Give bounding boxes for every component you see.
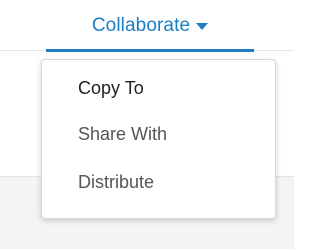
menu-item-share-with[interactable]: Share With	[78, 124, 167, 145]
menu-item-copy-to[interactable]: Copy To	[78, 78, 144, 99]
collaborate-tab[interactable]: Collaborate	[46, 0, 254, 51]
active-tab-underline	[46, 49, 254, 52]
caret-down-icon	[196, 23, 209, 30]
menu-item-distribute[interactable]: Distribute	[78, 172, 154, 193]
page: Collaborate Copy To Share With Distribut…	[0, 0, 294, 249]
collaborate-tab-label: Collaborate	[91, 14, 191, 36]
collaborate-dropdown-menu: Copy To Share With Distribute	[41, 59, 276, 219]
